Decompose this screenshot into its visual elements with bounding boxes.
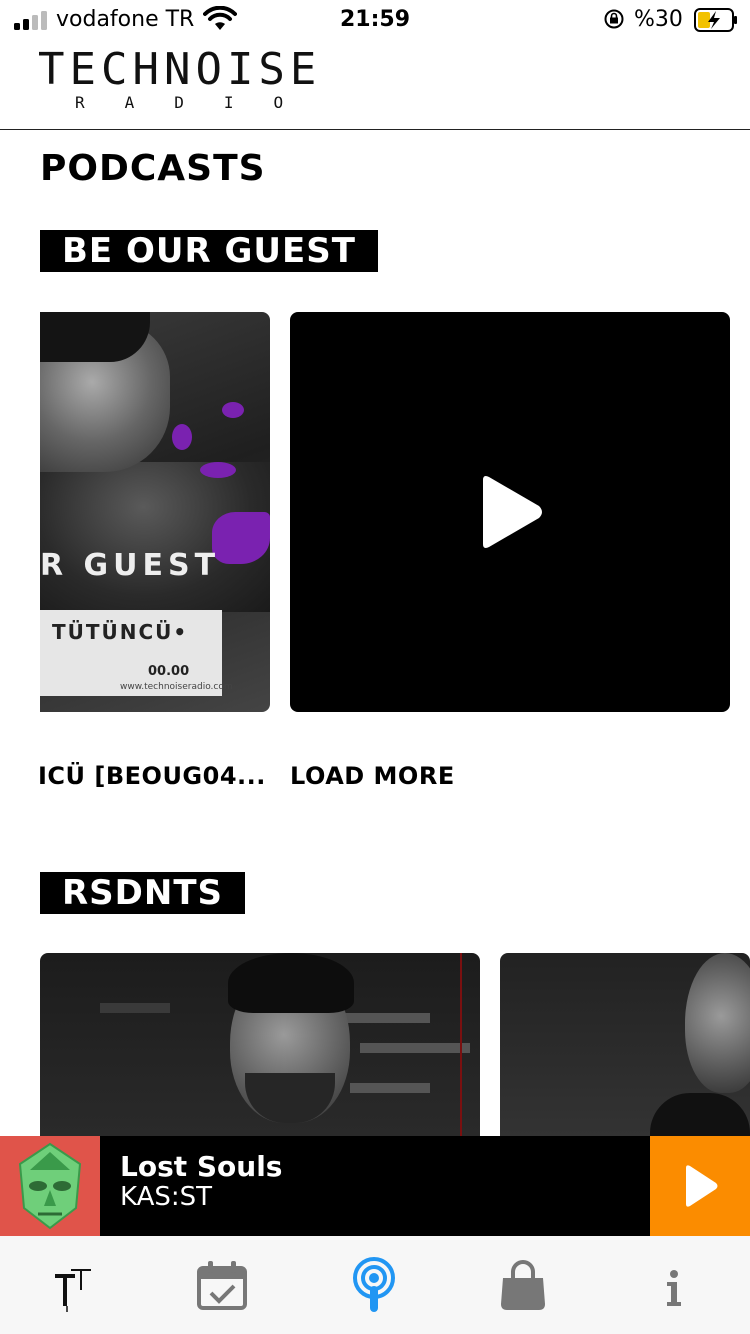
guest-artist-name: TÜTÜNCÜ• xyxy=(52,620,189,644)
app-header: TECHNOISE RADIO xyxy=(0,40,750,130)
status-bar: vodafone TR 21:59 %30 xyxy=(0,0,750,40)
background-stripe xyxy=(340,1013,430,1023)
play-icon[interactable] xyxy=(475,474,545,550)
track-artist: KAS:ST xyxy=(120,1182,213,1212)
technoise-logo-icon xyxy=(55,1269,91,1312)
logo-subtitle: RADIO xyxy=(75,93,324,112)
background-stripe xyxy=(360,1043,470,1053)
podcast-icon xyxy=(353,1257,395,1312)
player-play-button[interactable] xyxy=(650,1136,750,1236)
play-icon xyxy=(686,1165,718,1207)
carrier-name: vodafone TR xyxy=(56,7,195,32)
calendar-check-icon xyxy=(197,1261,247,1310)
signal-icon xyxy=(14,10,48,30)
guest-time: 00.00 xyxy=(148,664,190,679)
info-icon xyxy=(667,1270,681,1306)
rotation-lock-icon xyxy=(604,9,624,29)
video-card[interactable] xyxy=(290,312,730,712)
section-label-guest: BE OUR GUEST xyxy=(40,230,378,272)
resident-face xyxy=(685,953,750,1093)
background-line xyxy=(460,953,462,1136)
resident-card[interactable] xyxy=(500,953,750,1136)
resident-hair xyxy=(228,953,354,1013)
resident-beard xyxy=(245,1073,335,1123)
tab-bar xyxy=(0,1236,750,1334)
now-playing-bar[interactable]: Lost Souls KAS:ST xyxy=(0,1136,750,1236)
wifi-icon xyxy=(203,6,237,30)
section-label-residents: RSDNTS xyxy=(40,872,246,914)
logo-wordmark: TECHNOISE xyxy=(38,44,322,95)
battery-percent: %30 xyxy=(634,7,683,32)
background-stripe xyxy=(100,1003,170,1013)
tab-info[interactable] xyxy=(643,1256,703,1316)
clock: 21:59 xyxy=(340,7,411,32)
resident-shoulders xyxy=(650,1093,750,1136)
podcast-card-guest[interactable]: R GUEST TÜTÜNCÜ• 00.00 www.technoiseradi… xyxy=(40,312,270,712)
tab-shop[interactable] xyxy=(493,1256,553,1316)
guest-url: www.technoiseradio.com xyxy=(120,682,233,692)
album-art[interactable] xyxy=(0,1136,100,1236)
guest-info-panel: TÜTÜNCÜ• 00.00 www.technoiseradio.com xyxy=(40,610,233,696)
track-title: Lost Souls xyxy=(120,1150,283,1183)
purple-splash xyxy=(172,424,192,450)
shopping-bag-icon xyxy=(501,1260,545,1310)
battery-charging-icon xyxy=(694,8,737,32)
background-stripe xyxy=(350,1083,430,1093)
guest-overlay-title: R GUEST xyxy=(40,548,221,583)
page-title: PODCASTS xyxy=(40,148,266,189)
purple-splash xyxy=(212,512,270,564)
podcast-caption[interactable]: ICÜ [BEOUG04... xyxy=(38,762,270,790)
mask-artwork-icon xyxy=(18,1142,82,1230)
tab-schedule[interactable] xyxy=(192,1256,252,1316)
resident-card[interactable] xyxy=(40,953,480,1136)
purple-splash xyxy=(222,402,244,418)
tab-podcasts[interactable] xyxy=(345,1256,405,1316)
tab-home[interactable] xyxy=(45,1256,105,1316)
load-more-button[interactable]: LOAD MORE xyxy=(290,762,455,790)
purple-splash xyxy=(200,462,236,478)
